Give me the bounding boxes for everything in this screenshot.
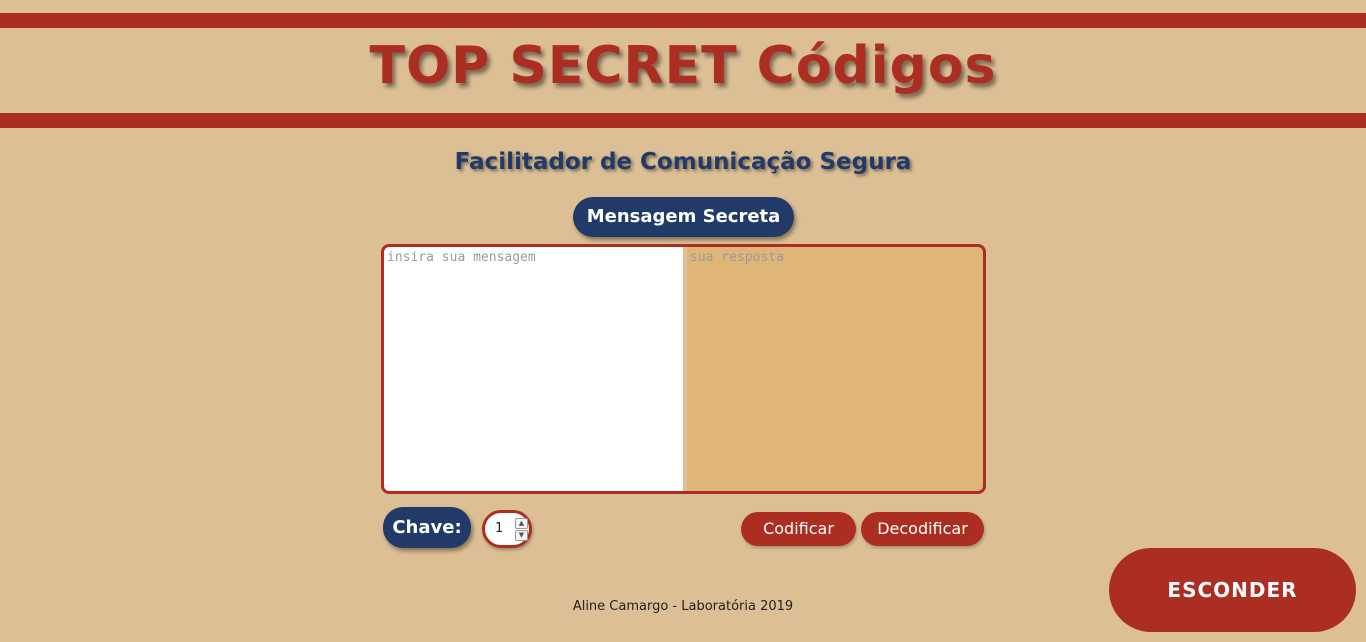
page: TOP SECRET Códigos Facilitador de Comuni… [0,0,1366,642]
decode-button[interactable]: Decodificar [861,512,984,546]
key-value[interactable]: 1 [495,513,503,545]
page-subtitle: Facilitador de Comunicação Segura [454,149,912,175]
key-stepper[interactable]: 1 ▲ ▼ [482,510,532,548]
hide-button[interactable]: ESCONDER [1109,548,1356,632]
key-label: Chave: [383,507,471,548]
header-stripe-top [0,13,1366,28]
encode-button[interactable]: Codificar [741,512,856,546]
site-title: TOP SECRET Códigos [369,36,997,96]
section-label-secret-message: Mensagem Secreta [573,197,794,237]
chevron-up-icon[interactable]: ▲ [515,518,528,529]
header-stripe-bottom [0,113,1366,128]
message-input[interactable] [384,247,683,491]
response-output[interactable] [687,247,983,491]
chevron-down-icon[interactable]: ▼ [515,530,528,541]
message-editor [381,244,986,494]
